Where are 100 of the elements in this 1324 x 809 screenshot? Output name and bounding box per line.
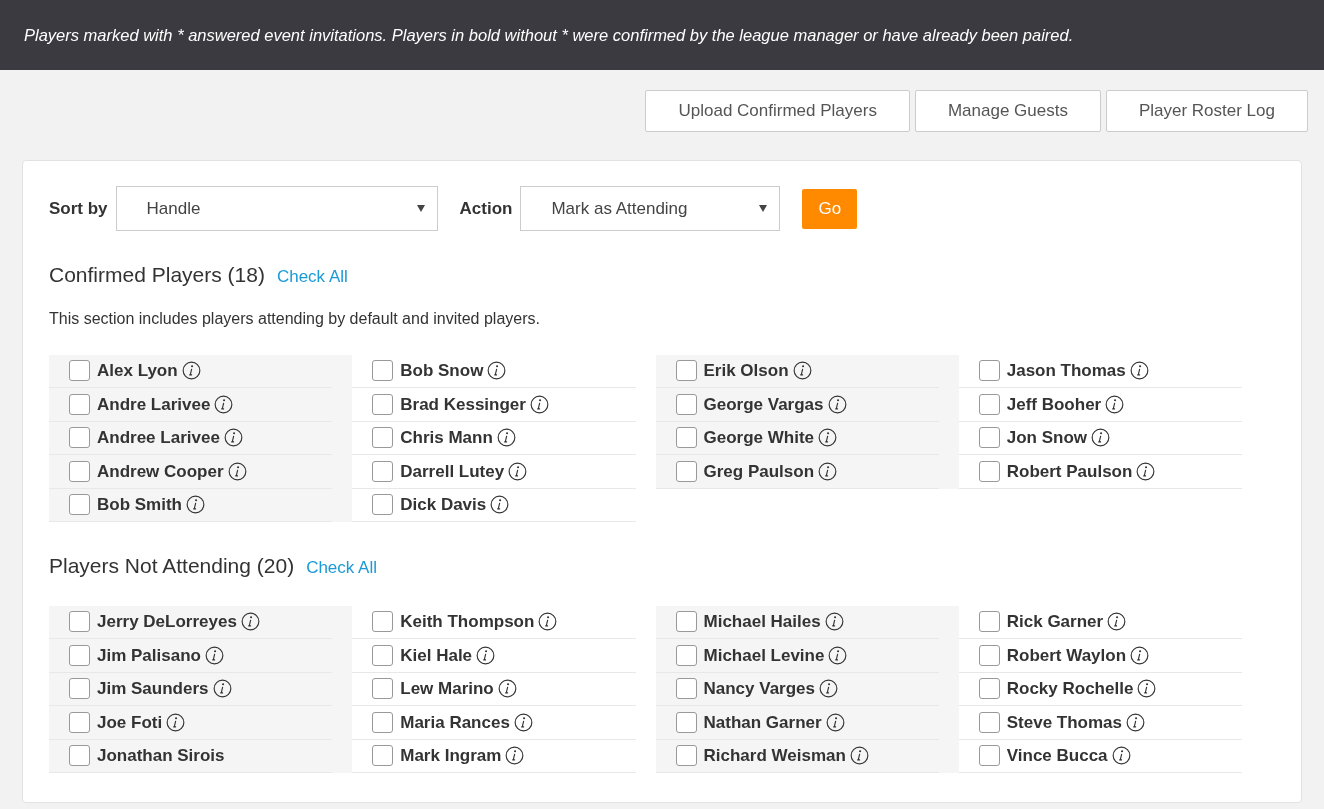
info-icon[interactable] (1130, 645, 1150, 665)
player-name: Jason Thomas (1006, 360, 1126, 382)
info-icon[interactable] (212, 679, 232, 699)
checkbox[interactable] (978, 678, 1000, 700)
player-name: Andrew Cooper (97, 460, 224, 483)
player-name: Dick Davis (400, 494, 487, 516)
info-icon[interactable] (1107, 612, 1127, 632)
info-icon[interactable] (223, 428, 243, 448)
checkbox[interactable] (69, 494, 90, 516)
info-icon[interactable] (819, 679, 838, 699)
info-icon[interactable] (529, 394, 549, 414)
checkbox[interactable] (69, 644, 90, 666)
section-title: Players Not Attending (20) (49, 553, 295, 579)
checkbox[interactable] (69, 678, 90, 700)
toolbar-button[interactable]: Player Roster Log (1105, 90, 1308, 132)
checkbox[interactable] (372, 644, 394, 666)
checkbox[interactable] (69, 360, 90, 382)
info-icon[interactable] (497, 679, 517, 699)
checkbox[interactable] (675, 460, 697, 482)
checkbox[interactable] (372, 611, 394, 633)
checkbox[interactable] (69, 611, 90, 633)
player-name: Steve Thomas (1006, 711, 1122, 734)
info-icon[interactable] (508, 461, 528, 481)
info-icon[interactable] (825, 712, 845, 732)
player-name: Rick Garner (1006, 611, 1104, 633)
checkbox[interactable] (69, 427, 90, 449)
info-icon[interactable] (538, 612, 558, 632)
checkbox[interactable] (978, 644, 1000, 666)
checkbox[interactable] (372, 360, 394, 382)
player-name: Jonathan Sirois (97, 745, 225, 767)
player-name: Jim Saunders (97, 678, 209, 700)
checkbox[interactable] (372, 460, 394, 482)
info-icon[interactable] (1091, 428, 1111, 448)
info-icon[interactable] (1105, 394, 1125, 414)
checkbox[interactable] (675, 644, 697, 666)
toolbar-button[interactable]: Manage Guests (914, 90, 1101, 132)
checkbox[interactable] (675, 393, 697, 415)
info-icon[interactable] (204, 645, 224, 665)
info-icon[interactable] (513, 712, 533, 732)
info-icon[interactable] (505, 746, 525, 766)
checkbox[interactable] (69, 711, 90, 733)
checkbox[interactable] (675, 745, 697, 767)
section-title: Confirmed Players (18) (49, 262, 265, 288)
checkbox[interactable] (69, 745, 90, 767)
player-name: Bob Snow (400, 360, 484, 382)
checkbox[interactable] (372, 678, 394, 700)
checkbox[interactable] (978, 393, 1000, 415)
info-icon[interactable] (214, 394, 234, 414)
info-icon[interactable] (1137, 679, 1157, 699)
info-icon[interactable] (1111, 746, 1131, 766)
info-icon[interactable] (828, 645, 848, 665)
info-icon[interactable] (487, 361, 507, 381)
info-icon[interactable] (1129, 361, 1149, 381)
info-icon[interactable] (476, 645, 496, 665)
checkbox[interactable] (372, 745, 394, 767)
toolbar-button[interactable]: Upload Confirmed Players (645, 90, 910, 132)
player-name: Vince Bucca (1006, 745, 1108, 767)
checkbox[interactable] (372, 711, 394, 733)
checkbox[interactable] (675, 611, 697, 633)
info-icon[interactable] (240, 612, 260, 632)
info-icon[interactable] (792, 361, 812, 381)
info-icon[interactable] (818, 428, 837, 448)
info-icon[interactable] (181, 361, 201, 381)
info-icon[interactable] (166, 712, 186, 732)
checkbox[interactable] (675, 678, 697, 700)
info-icon[interactable] (1126, 712, 1145, 732)
info-icon[interactable] (1136, 461, 1156, 481)
checkbox[interactable] (978, 460, 1000, 482)
checkbox[interactable] (372, 393, 394, 415)
player-name: Brad Kessinger (400, 393, 526, 416)
info-icon[interactable] (490, 495, 510, 515)
checkbox[interactable] (978, 711, 1000, 733)
checkbox[interactable] (978, 745, 1000, 767)
info-icon[interactable] (824, 612, 844, 632)
player-name: Keith Thompson (400, 611, 535, 633)
action-label: Action (459, 197, 514, 220)
player-name: Chris Mann (400, 427, 493, 449)
checkbox[interactable] (978, 427, 1000, 449)
info-icon[interactable] (818, 461, 838, 481)
checkbox[interactable] (372, 494, 394, 516)
player-name: Alex Lyon (97, 360, 178, 382)
player-name: Lew Marino (400, 678, 494, 700)
info-icon[interactable] (827, 394, 847, 414)
checkbox[interactable] (69, 393, 90, 415)
info-icon[interactable] (849, 746, 869, 766)
action-dropdown[interactable]: Mark as Attending (520, 186, 781, 231)
checkbox[interactable] (978, 611, 1000, 633)
sort-dropdown[interactable]: Handle (115, 186, 438, 231)
checkbox[interactable] (675, 360, 697, 382)
checkbox[interactable] (372, 427, 394, 449)
checkbox[interactable] (675, 711, 697, 733)
info-icon[interactable] (186, 495, 205, 515)
checkbox[interactable] (675, 427, 697, 449)
player-name: Andre Larivee (97, 393, 211, 416)
player-name: Mark Ingram (400, 745, 502, 767)
checkbox[interactable] (69, 460, 90, 482)
player-name: Bob Smith (97, 494, 182, 516)
checkbox[interactable] (978, 360, 1000, 382)
info-icon[interactable] (496, 428, 516, 448)
info-icon[interactable] (227, 461, 247, 481)
